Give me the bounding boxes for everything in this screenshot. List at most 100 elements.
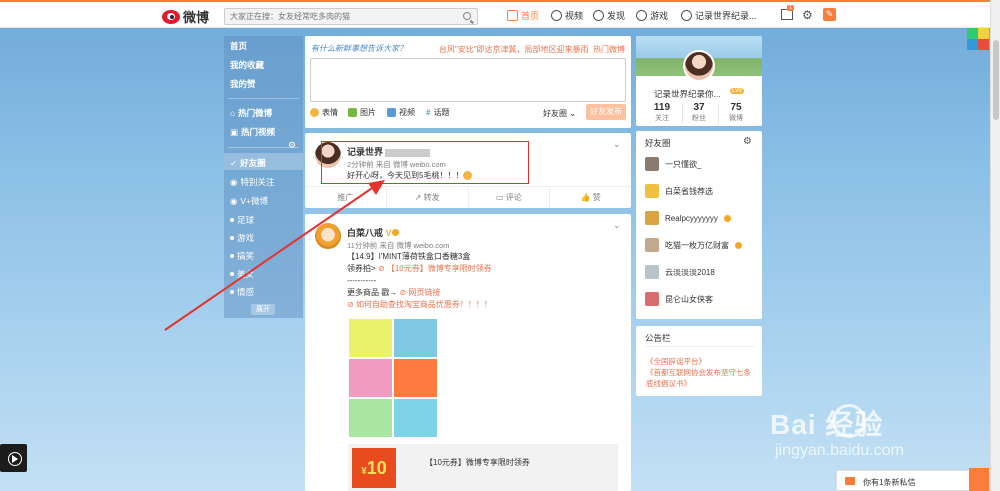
stat-followers[interactable]: 37 粉丝: [684, 102, 714, 123]
howto-link-text[interactable]: 如何自助查找淘宝商品优惠券！！！！: [356, 300, 492, 309]
mail-badge: 1: [787, 5, 795, 11]
chat-icon[interactable]: [969, 468, 989, 491]
web-link-text[interactable]: 网页链接: [408, 288, 440, 297]
post-image[interactable]: [393, 318, 438, 358]
nav-discover[interactable]: 发现: [593, 9, 625, 22]
sidebar-item-home[interactable]: 首页: [230, 40, 247, 52]
sidebar-item-emotion[interactable]: 情感: [230, 286, 254, 298]
tool-label: 表情: [322, 108, 338, 117]
friend-item[interactable]: 吃猫一枚万亿财富: [645, 238, 742, 252]
chevron-down-icon[interactable]: ⌄: [613, 220, 621, 231]
image-tool[interactable]: 图片: [348, 107, 376, 118]
repost-button[interactable]: ↗ 转发: [387, 187, 469, 208]
fan-badge-icon: [735, 241, 742, 249]
like-button[interactable]: 👍 赞: [550, 187, 631, 208]
thumb-icon: 👍: [580, 193, 591, 202]
friend-name[interactable]: Realpcyyyyyyy: [665, 214, 718, 223]
weibo-logo[interactable]: 微博: [162, 7, 209, 26]
sidebar-divider: [228, 98, 299, 99]
coupon-link-text[interactable]: 【10元券】微博专享限时领券: [387, 264, 492, 273]
page-scrollbar[interactable]: [990, 0, 1000, 491]
post-line-prefix: 领券拍>: [347, 264, 376, 273]
sidebar-item-hot-video[interactable]: ▣ 热门视频: [230, 126, 275, 138]
avatar[interactable]: [315, 223, 341, 249]
post-image[interactable]: [393, 358, 438, 398]
announcement-link[interactable]: 《首都互联网协会发布坚守七条底线倡议书》: [646, 367, 756, 389]
publisher-textarea[interactable]: [310, 58, 626, 102]
sidebar-expand-button[interactable]: 展开: [251, 304, 275, 315]
friend-item[interactable]: Realpcyyyyyyy: [645, 211, 731, 225]
sidebar-item-hot-weibo[interactable]: ⌂ 热门微博: [230, 107, 272, 119]
post-image-grid[interactable]: [348, 318, 438, 438]
comment-button[interactable]: ▭ 评论: [469, 187, 551, 208]
friend-name[interactable]: 吃猫一枚万亿财富: [665, 240, 729, 251]
compose-icon[interactable]: ✎: [823, 8, 836, 21]
sidebar-item-special[interactable]: ◉ 特别关注: [230, 176, 274, 188]
friend-item[interactable]: 昆仑山女侠客: [645, 292, 713, 306]
post-image[interactable]: [348, 358, 393, 398]
coupon-card[interactable]: ¥10 【10元券】微博专享限时领券: [348, 444, 618, 491]
nav-home[interactable]: 首页: [507, 9, 539, 22]
nav-game[interactable]: 游戏: [636, 9, 668, 22]
search-input[interactable]: [225, 9, 455, 24]
gear-icon[interactable]: ⚙: [802, 8, 813, 22]
friend-item[interactable]: 云淡淡淡2018: [645, 265, 715, 279]
publisher-card: 有什么新鲜事想告诉大家？ 台风"安比"即达京津冀，局部地区迎来暴雨 热门微博 表…: [305, 36, 631, 128]
post-image[interactable]: [348, 318, 393, 358]
profile-name-text[interactable]: 记录世界纪录你...: [654, 89, 721, 99]
friend-name[interactable]: 云淡淡淡2018: [665, 267, 715, 278]
friend-name[interactable]: 白菜省钱荐选: [665, 186, 713, 197]
publisher-hot-topic[interactable]: 台风"安比"即达京津冀，局部地区迎来暴雨 热门微博: [439, 44, 625, 55]
nav-video[interactable]: 视频: [551, 9, 583, 22]
post-author-name[interactable]: 白菜八戒: [347, 228, 383, 238]
sidebar-item-friends[interactable]: ✓ 好友圈: [230, 157, 266, 169]
friend-item[interactable]: 一只懂欲_: [645, 157, 701, 171]
howto-link[interactable]: ⊘ 如何自助查找淘宝商品优惠券！！！！: [347, 299, 622, 311]
bullet-icon: [230, 272, 234, 276]
sidebar-item-funny[interactable]: 搞笑: [230, 250, 254, 262]
sidebar-item-likes[interactable]: 我的赞: [230, 78, 256, 90]
chevron-down-icon[interactable]: ⌄: [613, 139, 621, 150]
web-link[interactable]: ⊘ 网页链接: [399, 288, 440, 297]
sidebar-item-football[interactable]: 足球: [230, 214, 254, 226]
sidebar-item-game[interactable]: 游戏: [230, 232, 254, 244]
gear-icon[interactable]: ⚙: [743, 136, 752, 147]
sidebar-item-favorites[interactable]: 我的收藏: [230, 59, 264, 71]
top-nav-bar: 微博 首页 视频 发现 游戏 记录世界纪录... 1 ⚙ ✎: [0, 0, 990, 28]
hot-topic-text[interactable]: 台风"安比"即达京津冀，局部地区迎来暴雨: [439, 45, 589, 54]
sidebar-item-beauty[interactable]: 美女: [230, 268, 254, 280]
coupon-link[interactable]: ⊘ 【10元券】微博专享限时领券: [378, 264, 492, 273]
friend-item[interactable]: 白菜省钱荐选: [645, 184, 713, 198]
profile-name[interactable]: 记录世界纪录你...: [654, 88, 721, 100]
post-author[interactable]: 白菜八戒 V: [347, 226, 399, 239]
topic-tool[interactable]: # 话题: [426, 107, 449, 118]
gear-icon[interactable]: ⚙: [288, 140, 296, 151]
emoji-tool[interactable]: 表情: [310, 107, 338, 118]
profile-avatar[interactable]: [683, 50, 715, 82]
private-message-bar[interactable]: 你有1条新私信: [836, 468, 990, 491]
post-line: 【14.9】I'MINT薄荷铁盒口香糖3盒: [347, 252, 471, 261]
avatar: [645, 238, 659, 252]
friend-name[interactable]: 一只懂欲_: [665, 159, 701, 170]
hot-weibo-link[interactable]: 热门微博: [593, 45, 625, 54]
post-image[interactable]: [393, 398, 438, 438]
play-icon[interactable]: [0, 444, 27, 472]
gamepad-icon: [636, 10, 647, 21]
promote-button[interactable]: 推广: [305, 187, 387, 208]
publish-button[interactable]: 好友发布: [586, 104, 626, 120]
scrollbar-thumb[interactable]: [993, 40, 999, 120]
nav-profile[interactable]: 记录世界纪录...: [681, 9, 757, 22]
annotation-highlight-box: [321, 141, 529, 184]
stat-weibo[interactable]: 75 微博: [721, 102, 751, 123]
video-tool[interactable]: 视频: [387, 107, 415, 118]
stat-following[interactable]: 119 关注: [647, 102, 677, 123]
visibility-select[interactable]: 好友圈 ⌄: [543, 108, 576, 119]
friend-name[interactable]: 昆仑山女侠客: [665, 294, 713, 305]
post-image[interactable]: [348, 398, 393, 438]
announcement-link[interactable]: 《全国辟谣平台》: [646, 356, 756, 367]
user-icon: [681, 10, 692, 21]
skin-tile-icon[interactable]: [967, 28, 989, 50]
search-icon[interactable]: [463, 12, 471, 20]
sidebar-item-vplus[interactable]: ◉ V+微博: [230, 195, 268, 207]
search-box[interactable]: [224, 8, 478, 25]
